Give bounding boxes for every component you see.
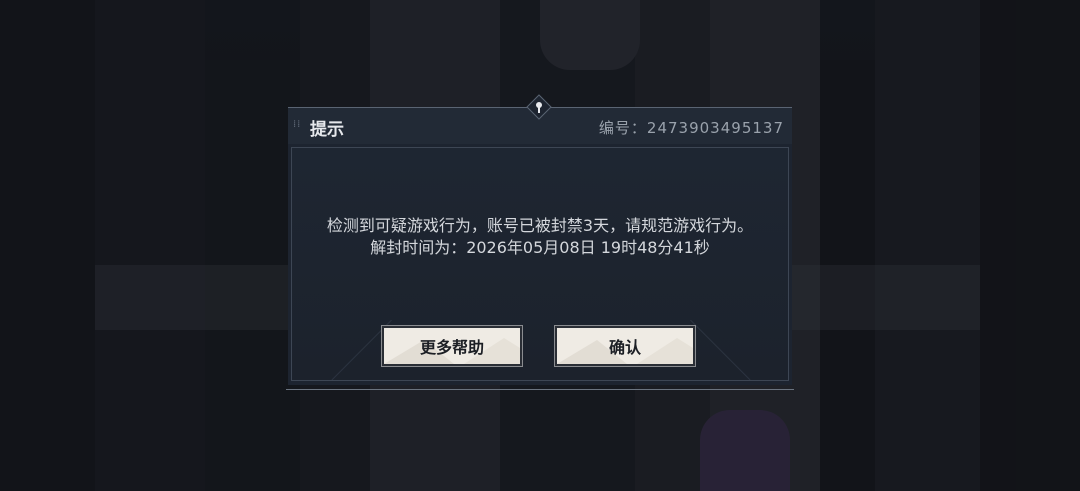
game-screen: ⁞⁞ 提示 编号：2473903495137 检测到可疑游戏行为，账号已被封禁3… bbox=[0, 0, 1080, 491]
confirm-label: 确认 bbox=[608, 338, 641, 357]
more-help-button[interactable]: 更多帮助 bbox=[381, 325, 523, 367]
dialog-body: 检测到可疑游戏行为，账号已被封禁3天，请规范游戏行为。 解封时间为：2026年0… bbox=[291, 147, 789, 381]
diamond-ornament-icon bbox=[526, 94, 552, 120]
dialog-title: 提示 bbox=[310, 120, 344, 140]
confirm-button[interactable]: 确认 bbox=[554, 325, 696, 367]
ban-message: 检测到可疑游戏行为，账号已被封禁3天，请规范游戏行为。 解封时间为：2026年0… bbox=[292, 215, 788, 259]
unban-time-text: 解封时间为：2026年05月08日 19时48分41秒 bbox=[370, 238, 710, 257]
more-help-label: 更多帮助 bbox=[419, 338, 484, 357]
drag-grip-icon: ⁞⁞ bbox=[293, 119, 302, 130]
account-id-label: 编号：2473903495137 bbox=[598, 119, 784, 137]
decorative-lines bbox=[331, 320, 751, 380]
dialog-bottom-border bbox=[286, 389, 794, 390]
ban-reason-text: 检测到可疑游戏行为，账号已被封禁3天，请规范游戏行为。 bbox=[326, 216, 754, 235]
ban-notice-dialog: ⁞⁞ 提示 编号：2473903495137 检测到可疑游戏行为，账号已被封禁3… bbox=[286, 94, 794, 390]
